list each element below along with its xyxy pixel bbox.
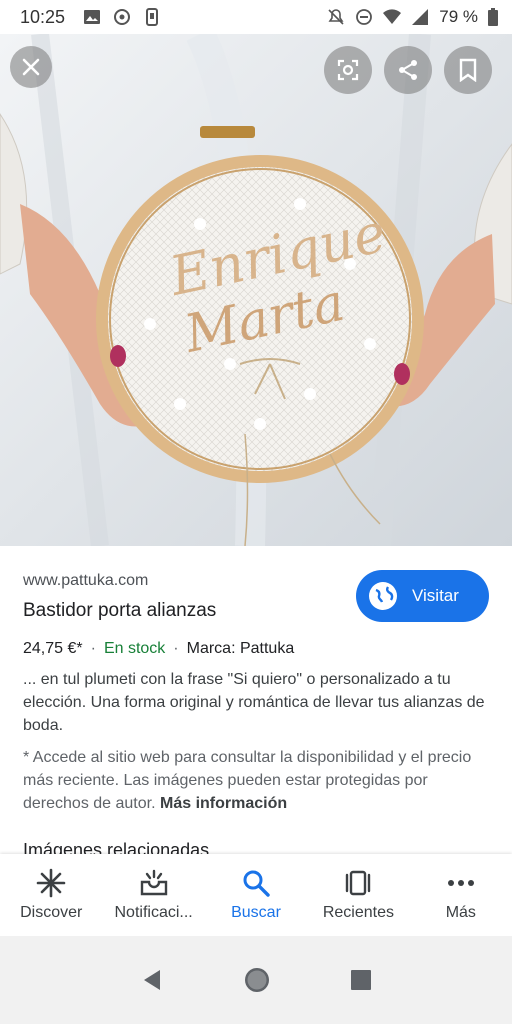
do-not-disturb-icon: [356, 9, 373, 25]
nav-recents[interactable]: Recientes: [307, 854, 409, 936]
signal-icon: [412, 9, 429, 25]
result-card: www.pattuka.com Bastidor porta alianzas …: [0, 546, 512, 856]
battery-percentage: 79 %: [439, 7, 478, 26]
globe-icon: [369, 582, 397, 610]
mute-icon: [328, 9, 344, 25]
separator: ·: [173, 640, 179, 657]
system-navigation-bar: [0, 936, 512, 1024]
nav-discover[interactable]: Discover: [0, 854, 102, 936]
inbox-notification-icon: [140, 869, 167, 896]
phone-icon: [146, 8, 159, 26]
gallery-icon: [84, 10, 101, 24]
status-time: 10:25: [20, 6, 66, 27]
bookmark-icon: [459, 58, 477, 82]
asterisk-icon: [36, 868, 66, 898]
result-image[interactable]: Enrique Marta: [0, 34, 512, 546]
battery-icon: [488, 8, 498, 26]
nav-label: Recientes: [322, 904, 394, 921]
bottom-navigation: Discover Notificaci... Buscar Recientes …: [0, 854, 512, 936]
nav-search[interactable]: Buscar: [205, 854, 307, 936]
save-button[interactable]: [444, 46, 492, 94]
nav-notifications[interactable]: Notificaci...: [102, 854, 204, 936]
separator: ·: [90, 640, 96, 657]
disclaimer-note: * Accede al sitio web para consultar la …: [23, 746, 493, 815]
result-title[interactable]: Bastidor porta alianzas: [23, 600, 216, 622]
status-bar: 10:25 79 %: [0, 0, 512, 34]
nav-label: Discover: [20, 904, 83, 921]
back-button[interactable]: [140, 968, 164, 992]
wifi-icon: [383, 9, 402, 24]
share-icon: [399, 60, 417, 80]
nav-more[interactable]: Más: [410, 854, 512, 936]
home-button[interactable]: [243, 966, 271, 994]
recents-button[interactable]: [350, 969, 372, 991]
assistant-icon: [114, 9, 131, 25]
brand: Marca: Pattuka: [186, 640, 295, 657]
more-info-link[interactable]: Más información: [160, 795, 287, 812]
price: 24,75 €*: [23, 640, 83, 657]
nav-label: Notificaci...: [114, 904, 193, 921]
visit-label: Visitar: [412, 586, 459, 605]
recent-cards-icon: [346, 870, 371, 896]
more-dots-icon: [447, 880, 474, 886]
visit-button[interactable]: Visitar: [356, 570, 489, 622]
close-icon: [22, 58, 40, 76]
result-description: ... en tul plumeti con la frase "Si quie…: [23, 671, 485, 734]
share-button[interactable]: [384, 46, 432, 94]
lens-icon: [337, 59, 359, 81]
result-meta: 24,75 €* · En stock · Marca: Pattuka: [23, 640, 294, 658]
result-domain[interactable]: www.pattuka.com: [23, 572, 148, 590]
embroidery-hoop-photo: Enrique Marta: [0, 34, 512, 546]
close-button[interactable]: [10, 46, 52, 88]
search-icon: [243, 870, 270, 897]
stock-status: En stock: [103, 640, 166, 657]
lens-button[interactable]: [324, 46, 372, 94]
nav-label: Más: [445, 904, 476, 921]
nav-label: Buscar: [231, 904, 281, 921]
